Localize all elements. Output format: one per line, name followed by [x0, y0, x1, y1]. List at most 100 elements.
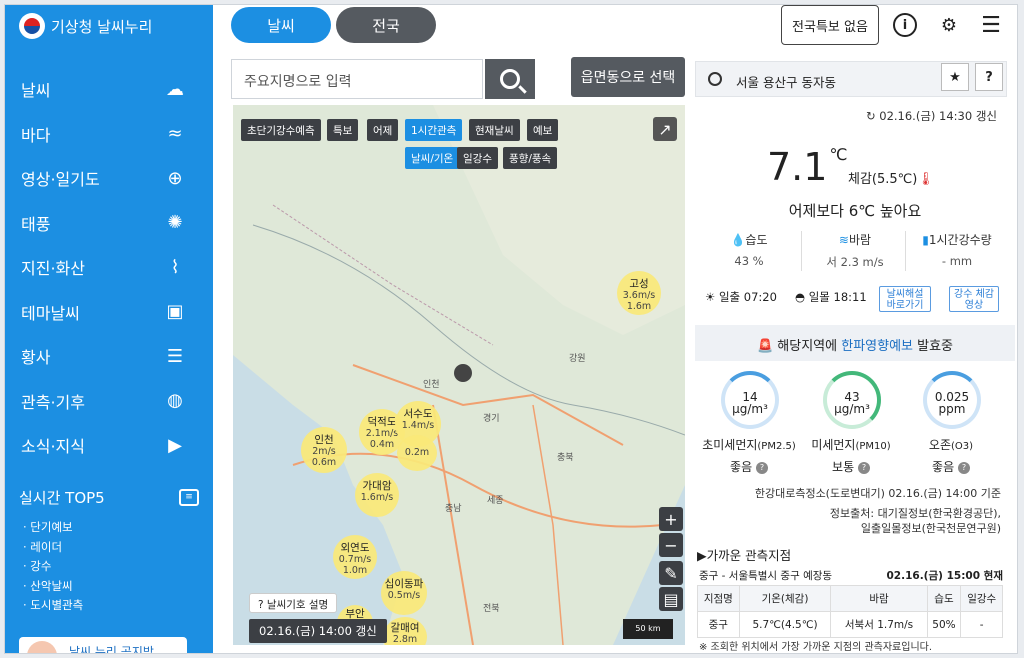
legend-help-button[interactable]: ? 날씨기호 설명	[249, 593, 338, 613]
bubble-name: 고성	[629, 278, 649, 290]
air-sub: (O3)	[951, 441, 974, 452]
nav-label: 테마날씨	[21, 303, 80, 323]
bubble-value: 1.6m	[626, 301, 652, 312]
region-select-button[interactable]: 읍면동으로 선택	[571, 57, 685, 97]
table-cell: 중구	[697, 611, 740, 638]
pm25-gauge: 14 μg/m³	[721, 371, 779, 429]
obs-bubble[interactable]: 0.2m	[397, 435, 437, 471]
weather-map[interactable]: 초단기강수예측 특보 어제 1시간관측 현재날씨 예보 날씨/기온 일강수 풍향…	[233, 105, 685, 645]
top5-item[interactable]: · 강수	[23, 557, 83, 577]
chip-weather-temp[interactable]: 날씨/기온	[405, 147, 460, 169]
sidebar: 기상청 날씨누리 날씨 ☁ 바다 ≈ 영상·일기도 ⊕ 태풍 ✺ 지진·화산 ⌇ 테마날씨…	[5, 5, 213, 653]
air-grade: 좋음	[730, 460, 753, 474]
map-layer-icon[interactable]: ▤	[659, 587, 683, 611]
question-icon[interactable]: ?	[755, 461, 768, 474]
favorite-star-icon[interactable]: ★	[941, 63, 969, 91]
weather-commentary-button[interactable]: 날씨해설 바로가기	[879, 286, 931, 312]
nav-item-imagery[interactable]: 영상·일기도 ⊕	[5, 156, 213, 201]
thermometer-icon: 🌡	[917, 172, 934, 187]
search-button[interactable]	[485, 59, 535, 99]
external-link-icon[interactable]: ↗	[653, 117, 677, 141]
info-icon[interactable]: i	[893, 13, 917, 37]
top5-item[interactable]: · 레이더	[23, 538, 83, 558]
top5-item[interactable]: · 단기예보	[23, 518, 83, 538]
brand[interactable]: 기상청 날씨누리	[19, 13, 152, 39]
pm10-gauge: 43 μg/m³	[823, 371, 881, 429]
map-label: 세종	[487, 496, 504, 506]
sunset-time: 18:11	[833, 290, 867, 304]
pm10-label: 미세먼지(PM10) 보통 ?	[801, 435, 901, 477]
feels-like-text: 체감(5.5℃)	[848, 172, 918, 187]
map-scale: 50 km	[623, 619, 673, 639]
chip-warning[interactable]: 특보	[327, 119, 359, 141]
nav-item-climate[interactable]: 관측·기후 ◍	[5, 379, 213, 424]
rain-video-button[interactable]: 강수 체감영상	[949, 286, 999, 312]
brand-title: 기상청 날씨누리	[51, 17, 153, 36]
gear-icon[interactable]: ⚙	[937, 13, 961, 37]
sunrise: ☀ 일출 07:20	[705, 289, 777, 305]
nav-item-news[interactable]: 소식·지식 ▶	[5, 423, 213, 468]
map-label: 전북	[483, 604, 500, 614]
alert-text: 해당지역에	[777, 339, 842, 354]
refresh-icon[interactable]: ↻	[866, 109, 876, 123]
nav-item-earthquake[interactable]: 지진·화산 ⌇	[5, 245, 213, 290]
chip-wind[interactable]: 풍향/풍속	[503, 147, 558, 169]
nav-item-typhoon[interactable]: 태풍 ✺	[5, 201, 213, 246]
menu-icon[interactable]: ☰	[979, 13, 1003, 38]
map-label: 충남	[445, 504, 462, 514]
update-time: ↻ 02.16.(금) 14:30 갱신	[866, 108, 997, 124]
tab-weather[interactable]: 날씨	[231, 7, 331, 43]
zoom-out-button[interactable]: −	[659, 533, 683, 557]
top5-item[interactable]: · 산악날씨	[23, 577, 83, 597]
chip-daily-rain[interactable]: 일강수	[457, 147, 498, 169]
question-icon[interactable]: ?	[857, 461, 870, 474]
pencil-icon[interactable]: ✎	[659, 561, 683, 585]
video-icon: ▶	[168, 434, 182, 456]
obs-bubble[interactable]: 외연도 0.7m/s 1.0m	[333, 535, 377, 579]
obs-bubble[interactable]: 고성 3.6m/s 1.6m	[617, 271, 661, 315]
chip-nowcast[interactable]: 초단기강수예측	[241, 119, 321, 141]
map-label: 충북	[557, 453, 574, 463]
table-header: 습도	[926, 585, 962, 612]
nav-item-theme[interactable]: 테마날씨 ▣	[5, 290, 213, 335]
chip-yesterday[interactable]: 어제	[367, 119, 399, 141]
help-question-icon[interactable]: ?	[975, 63, 1003, 91]
nav-item-yellow-dust[interactable]: 황사 ☰	[5, 334, 213, 379]
nav-label: 영상·일기도	[21, 170, 100, 190]
nav-item-sea[interactable]: 바다 ≈	[5, 112, 213, 157]
obs-bubble[interactable]: 인천 2m/s 0.6m	[301, 427, 347, 473]
air-name: 오존	[928, 438, 952, 452]
cold-wave-alert[interactable]: 🚨 해당지역에 한파영향예보 발효중	[695, 325, 1015, 361]
notice-banner[interactable]: 날씨 누리 공지방	[19, 637, 187, 653]
ozone-label: 오존(O3) 좋음 ?	[901, 435, 1001, 477]
bubble-value: 1.0m	[342, 565, 368, 576]
stat-value: 서 2.3 m/s	[826, 255, 884, 269]
tab-national[interactable]: 전국	[336, 7, 436, 43]
gauge-unit: μg/m³	[732, 402, 768, 416]
chip-forecast[interactable]: 예보	[527, 119, 559, 141]
obs-bubble[interactable]: 가대암 1.6m/s	[355, 473, 399, 517]
question-icon[interactable]: ?	[957, 461, 970, 474]
nav-label: 태풍	[21, 214, 51, 234]
wave-icon: ≈	[167, 123, 183, 145]
rain-stat: ▮1시간강수량 - mm	[907, 231, 1007, 268]
map-label: 경기	[483, 414, 500, 424]
list-icon[interactable]: ≡	[179, 489, 199, 506]
search-input[interactable]: 주요지명으로 입력	[231, 59, 483, 99]
bubble-name: 인천	[314, 434, 334, 446]
table-header: 일강수	[960, 585, 1003, 612]
nationwide-warning-button[interactable]: 전국특보 없음	[781, 5, 879, 45]
stat-value: 43 %	[734, 254, 764, 268]
chip-1hour-obs[interactable]: 1시간관측	[405, 119, 463, 141]
top5-item[interactable]: · 도시별관측	[23, 596, 83, 616]
bubble-name: 가대암	[362, 480, 392, 492]
chip-current[interactable]: 현재날씨	[469, 119, 520, 141]
volcano-icon: ⌇	[170, 256, 180, 278]
top5-header: 실시간 TOP5 ≡	[19, 487, 199, 508]
air-sub: (PM2.5)	[757, 441, 796, 452]
obs-bubble[interactable]: 십이동파 0.5m/s	[381, 571, 427, 615]
bubble-value: 0.7m/s	[338, 554, 372, 565]
globe-icon: ◍	[167, 390, 183, 412]
nav-item-weather[interactable]: 날씨 ☁	[5, 67, 213, 112]
zoom-in-button[interactable]: +	[659, 507, 683, 531]
